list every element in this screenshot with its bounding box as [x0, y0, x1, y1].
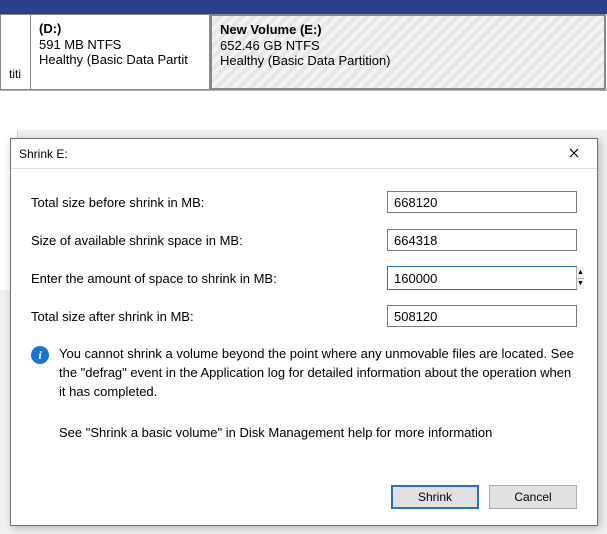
- row-total-after: Total size after shrink in MB:: [31, 297, 577, 335]
- shrink-dialog: Shrink E: Total size before shrink in MB…: [10, 138, 598, 526]
- spin-buttons: ▲ ▼: [576, 267, 584, 289]
- dialog-body: Total size before shrink in MB: Size of …: [11, 169, 597, 458]
- shrink-amount-input[interactable]: [388, 267, 576, 289]
- spin-down-icon[interactable]: ▼: [577, 279, 584, 290]
- dialog-button-row: Shrink Cancel: [391, 485, 577, 509]
- info-paragraph-1: You cannot shrink a volume beyond the po…: [59, 345, 577, 402]
- row-enter-amount: Enter the amount of space to shrink in M…: [31, 259, 577, 297]
- partition-d-title: (D:): [39, 21, 201, 36]
- value-available: [387, 229, 577, 251]
- info-block: i You cannot shrink a volume beyond the …: [31, 345, 577, 442]
- label-total-after: Total size after shrink in MB:: [31, 309, 387, 324]
- partition-e-size: 652.46 GB NTFS: [220, 38, 596, 53]
- partition-row: titi (D:) 591 MB NTFS Healthy (Basic Dat…: [0, 14, 607, 90]
- label-total-before: Total size before shrink in MB:: [31, 195, 387, 210]
- value-total-after: [387, 305, 577, 327]
- close-icon: [569, 146, 579, 161]
- shrink-amount-spinner[interactable]: ▲ ▼: [387, 266, 577, 290]
- label-enter-amount: Enter the amount of space to shrink in M…: [31, 271, 387, 286]
- shrink-button-label: Shrink: [418, 490, 452, 504]
- partition-fragment-label: titi: [9, 67, 21, 81]
- cancel-button[interactable]: Cancel: [489, 485, 577, 509]
- partition-fragment[interactable]: titi: [0, 14, 30, 90]
- partition-e-status: Healthy (Basic Data Partition): [220, 53, 596, 68]
- spin-up-icon[interactable]: ▲: [577, 267, 584, 279]
- shrink-button[interactable]: Shrink: [391, 485, 479, 509]
- value-total-before: [387, 191, 577, 213]
- disk-header-bar: [0, 0, 607, 14]
- info-icon: i: [31, 346, 49, 364]
- below-strip: [0, 90, 607, 130]
- dialog-title: Shrink E:: [19, 147, 559, 161]
- close-button[interactable]: [559, 142, 589, 166]
- dialog-titlebar[interactable]: Shrink E:: [11, 139, 597, 169]
- info-text: You cannot shrink a volume beyond the po…: [59, 345, 577, 442]
- partition-d[interactable]: (D:) 591 MB NTFS Healthy (Basic Data Par…: [30, 14, 210, 90]
- row-total-before: Total size before shrink in MB:: [31, 183, 577, 221]
- partition-d-status: Healthy (Basic Data Partit: [39, 52, 201, 67]
- partition-e-title: New Volume (E:): [220, 22, 596, 37]
- partition-e[interactable]: New Volume (E:) 652.46 GB NTFS Healthy (…: [210, 14, 606, 90]
- row-available: Size of available shrink space in MB:: [31, 221, 577, 259]
- info-paragraph-2: See "Shrink a basic volume" in Disk Mana…: [59, 424, 577, 443]
- cancel-button-label: Cancel: [514, 490, 551, 504]
- label-available: Size of available shrink space in MB:: [31, 233, 387, 248]
- partition-d-size: 591 MB NTFS: [39, 37, 201, 52]
